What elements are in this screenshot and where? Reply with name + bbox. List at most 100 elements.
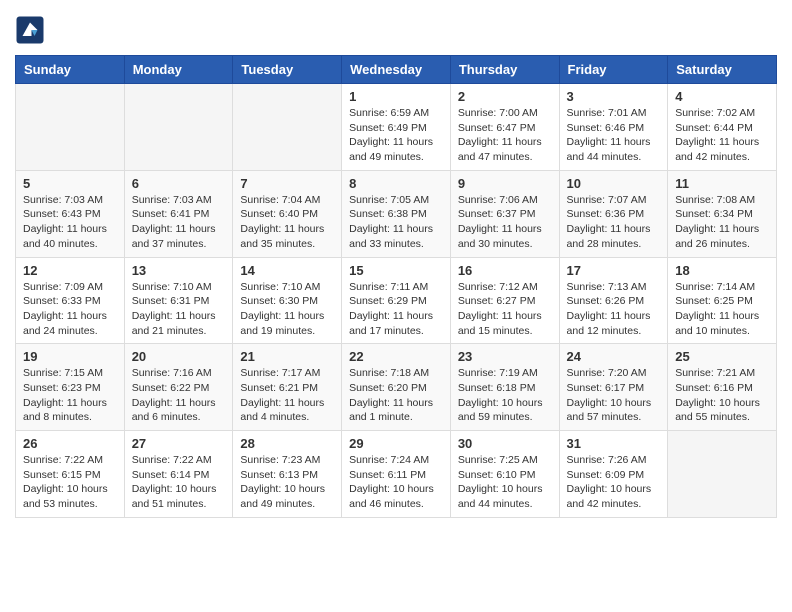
calendar-cell: 27Sunrise: 7:22 AM Sunset: 6:14 PM Dayli… (124, 431, 233, 518)
day-number: 3 (567, 89, 661, 104)
calendar-cell: 10Sunrise: 7:07 AM Sunset: 6:36 PM Dayli… (559, 170, 668, 257)
calendar-cell: 18 Sunrise: 7:14 AM Sunset: 6:25 PM Dayli… (668, 257, 777, 344)
day-info: Sunrise: 7:15 AM Sunset: 6:23 PM Dayligh… (23, 366, 117, 425)
day-number: 27 (132, 436, 226, 451)
day-number: 17 (567, 263, 661, 278)
day-info: Sunrise: 7:03 AM Sunset: 6:41 PM Dayligh… (132, 193, 226, 252)
day-number: 8 (349, 176, 443, 191)
day-number: 13 (132, 263, 226, 278)
calendar-cell (16, 84, 125, 171)
day-of-week-wednesday: Wednesday (342, 56, 451, 84)
calendar-cell (668, 431, 777, 518)
day-info: Sunrise: 7:14 AM Sunset: 6:25 PM Dayligh… (675, 280, 769, 339)
day-number: 18 (675, 263, 769, 278)
week-row-5: 26 Sunrise: 7:22 AM Sunset: 6:15 PM Dayli… (16, 431, 777, 518)
day-number: 2 (458, 89, 552, 104)
day-number: 6 (132, 176, 226, 191)
day-of-week-thursday: Thursday (450, 56, 559, 84)
calendar-cell: 3 Sunrise: 7:01 AM Sunset: 6:46 PM Daylig… (559, 84, 668, 171)
day-info: Sunrise: 7:21 AM Sunset: 6:16 PM Dayligh… (675, 366, 769, 425)
day-number: 4 (675, 89, 769, 104)
day-number: 16 (458, 263, 552, 278)
logo (15, 15, 47, 45)
calendar-cell: 21Sunrise: 7:17 AM Sunset: 6:21 PM Dayli… (233, 344, 342, 431)
calendar-cell: 28 Sunrise: 7:23 AM Sunset: 6:13 PM Dayli… (233, 431, 342, 518)
day-number: 28 (240, 436, 334, 451)
day-of-week-monday: Monday (124, 56, 233, 84)
day-number: 20 (132, 349, 226, 364)
calendar-cell: 25 Sunrise: 7:21 AM Sunset: 6:16 PM Dayli… (668, 344, 777, 431)
calendar-cell: 8 Sunrise: 7:05 AM Sunset: 6:38 PM Daylig… (342, 170, 451, 257)
day-number: 12 (23, 263, 117, 278)
calendar-cell: 13 Sunrise: 7:10 AM Sunset: 6:31 PM Dayli… (124, 257, 233, 344)
day-of-week-sunday: Sunday (16, 56, 125, 84)
day-number: 10 (567, 176, 661, 191)
day-info: Sunrise: 7:16 AM Sunset: 6:22 PM Dayligh… (132, 366, 226, 425)
logo-icon (15, 15, 45, 45)
calendar-cell: 22 Sunrise: 7:18 AM Sunset: 6:20 PM Dayli… (342, 344, 451, 431)
day-info: Sunrise: 7:08 AM Sunset: 6:34 PM Dayligh… (675, 193, 769, 252)
day-info: Sunrise: 7:24 AM Sunset: 6:11 PM Dayligh… (349, 453, 443, 512)
day-number: 30 (458, 436, 552, 451)
week-row-3: 12Sunrise: 7:09 AM Sunset: 6:33 PM Dayli… (16, 257, 777, 344)
day-info: Sunrise: 7:19 AM Sunset: 6:18 PM Dayligh… (458, 366, 552, 425)
week-row-1: 1 Sunrise: 6:59 AM Sunset: 6:49 PM Daylig… (16, 84, 777, 171)
calendar-header-row: SundayMondayTuesdayWednesdayThursdayFrid… (16, 56, 777, 84)
day-info: Sunrise: 7:10 AM Sunset: 6:30 PM Dayligh… (240, 280, 334, 339)
calendar-cell: 16Sunrise: 7:12 AM Sunset: 6:27 PM Dayli… (450, 257, 559, 344)
day-number: 23 (458, 349, 552, 364)
calendar-cell: 26 Sunrise: 7:22 AM Sunset: 6:15 PM Dayli… (16, 431, 125, 518)
day-number: 26 (23, 436, 117, 451)
day-info: Sunrise: 7:00 AM Sunset: 6:47 PM Dayligh… (458, 106, 552, 165)
day-number: 1 (349, 89, 443, 104)
day-info: Sunrise: 7:02 AM Sunset: 6:44 PM Dayligh… (675, 106, 769, 165)
calendar-cell (233, 84, 342, 171)
day-info: Sunrise: 7:05 AM Sunset: 6:38 PM Dayligh… (349, 193, 443, 252)
day-info: Sunrise: 7:22 AM Sunset: 6:15 PM Dayligh… (23, 453, 117, 512)
calendar-cell: 4 Sunrise: 7:02 AM Sunset: 6:44 PM Daylig… (668, 84, 777, 171)
calendar-cell: 2 Sunrise: 7:00 AM Sunset: 6:47 PM Daylig… (450, 84, 559, 171)
day-info: Sunrise: 7:10 AM Sunset: 6:31 PM Dayligh… (132, 280, 226, 339)
day-number: 7 (240, 176, 334, 191)
day-info: Sunrise: 7:18 AM Sunset: 6:20 PM Dayligh… (349, 366, 443, 425)
day-info: Sunrise: 7:03 AM Sunset: 6:43 PM Dayligh… (23, 193, 117, 252)
day-info: Sunrise: 7:13 AM Sunset: 6:26 PM Dayligh… (567, 280, 661, 339)
day-number: 19 (23, 349, 117, 364)
day-of-week-tuesday: Tuesday (233, 56, 342, 84)
calendar-cell: 23 Sunrise: 7:19 AM Sunset: 6:18 PM Dayli… (450, 344, 559, 431)
calendar-cell: 30 Sunrise: 7:25 AM Sunset: 6:10 PM Dayli… (450, 431, 559, 518)
week-row-2: 5 Sunrise: 7:03 AM Sunset: 6:43 PM Daylig… (16, 170, 777, 257)
page-header (15, 15, 777, 45)
day-number: 11 (675, 176, 769, 191)
day-info: Sunrise: 6:59 AM Sunset: 6:49 PM Dayligh… (349, 106, 443, 165)
calendar-cell (124, 84, 233, 171)
day-of-week-friday: Friday (559, 56, 668, 84)
day-number: 31 (567, 436, 661, 451)
calendar-cell: 11 Sunrise: 7:08 AM Sunset: 6:34 PM Dayli… (668, 170, 777, 257)
calendar-cell: 24 Sunrise: 7:20 AM Sunset: 6:17 PM Dayli… (559, 344, 668, 431)
day-number: 24 (567, 349, 661, 364)
day-info: Sunrise: 7:01 AM Sunset: 6:46 PM Dayligh… (567, 106, 661, 165)
day-info: Sunrise: 7:23 AM Sunset: 6:13 PM Dayligh… (240, 453, 334, 512)
calendar-cell: 6 Sunrise: 7:03 AM Sunset: 6:41 PM Daylig… (124, 170, 233, 257)
week-row-4: 19 Sunrise: 7:15 AM Sunset: 6:23 PM Dayli… (16, 344, 777, 431)
day-number: 22 (349, 349, 443, 364)
day-number: 5 (23, 176, 117, 191)
day-of-week-saturday: Saturday (668, 56, 777, 84)
day-info: Sunrise: 7:04 AM Sunset: 6:40 PM Dayligh… (240, 193, 334, 252)
calendar-cell: 7 Sunrise: 7:04 AM Sunset: 6:40 PM Daylig… (233, 170, 342, 257)
day-number: 25 (675, 349, 769, 364)
calendar-cell: 31Sunrise: 7:26 AM Sunset: 6:09 PM Dayli… (559, 431, 668, 518)
calendar-cell: 14 Sunrise: 7:10 AM Sunset: 6:30 PM Dayli… (233, 257, 342, 344)
calendar-cell: 29 Sunrise: 7:24 AM Sunset: 6:11 PM Dayli… (342, 431, 451, 518)
calendar-cell: 19 Sunrise: 7:15 AM Sunset: 6:23 PM Dayli… (16, 344, 125, 431)
day-info: Sunrise: 7:20 AM Sunset: 6:17 PM Dayligh… (567, 366, 661, 425)
day-info: Sunrise: 7:25 AM Sunset: 6:10 PM Dayligh… (458, 453, 552, 512)
day-number: 15 (349, 263, 443, 278)
day-number: 29 (349, 436, 443, 451)
calendar-cell: 5 Sunrise: 7:03 AM Sunset: 6:43 PM Daylig… (16, 170, 125, 257)
day-info: Sunrise: 7:06 AM Sunset: 6:37 PM Dayligh… (458, 193, 552, 252)
day-number: 14 (240, 263, 334, 278)
day-info: Sunrise: 7:11 AM Sunset: 6:29 PM Dayligh… (349, 280, 443, 339)
calendar-cell: 9Sunrise: 7:06 AM Sunset: 6:37 PM Daylig… (450, 170, 559, 257)
